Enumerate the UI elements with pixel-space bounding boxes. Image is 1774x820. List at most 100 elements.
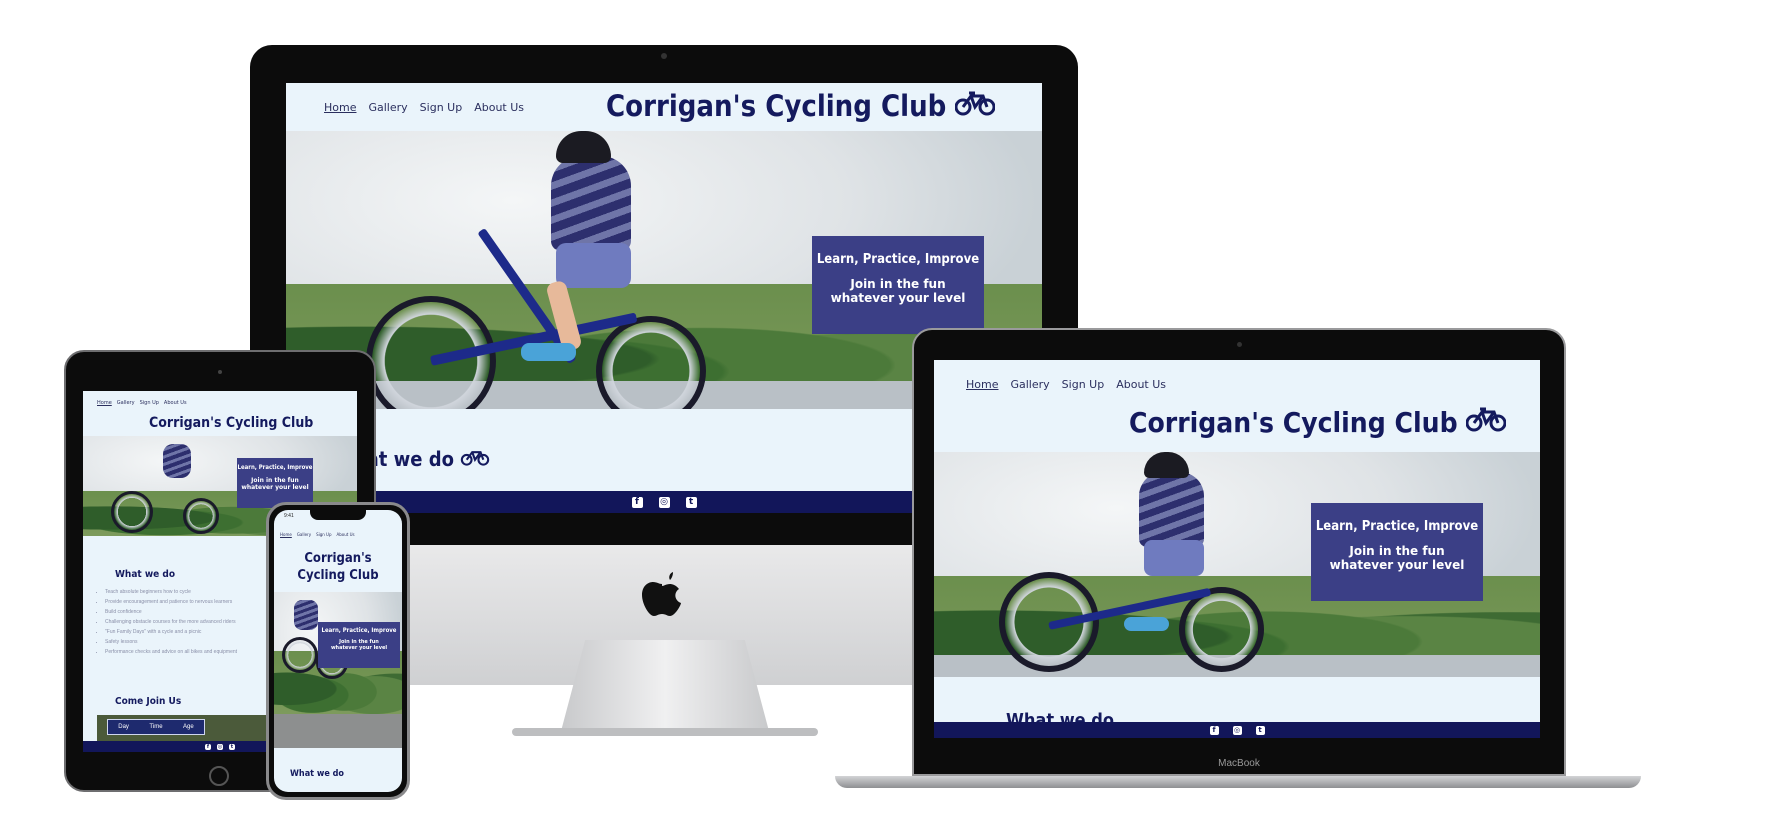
site-title-line-1: Corrigan's: [304, 551, 372, 566]
hero-image: Learn, Practice, Improve Join in the fun…: [934, 452, 1540, 677]
ipad-camera: [218, 370, 222, 374]
site-title[interactable]: Corrigan's Cycling Club: [606, 89, 996, 123]
site-title-line-2: Cycling Club: [297, 568, 379, 583]
rider-shorts: [556, 243, 631, 288]
rider-torso: [551, 156, 631, 251]
nav-sign-up[interactable]: Sign Up: [140, 400, 159, 406]
macbook-screen: Home Gallery Sign Up About Us Corrigan's…: [934, 360, 1540, 738]
list-item: Provide encouragement and patience to ne…: [105, 597, 237, 607]
imac-stand-foot: [512, 728, 818, 736]
nav-home[interactable]: Home: [324, 101, 356, 114]
cta-line-2: whatever your level: [830, 291, 966, 305]
imac-nav: Home Gallery Sign Up About Us: [324, 101, 524, 114]
cta-title: Learn, Practice, Improve: [321, 627, 397, 634]
cta-line-2: whatever your level: [330, 645, 388, 651]
instagram-icon[interactable]: ◎: [658, 496, 670, 508]
iphone-screen: 9:41 Home Gallery Sign Up About Us Corri…: [274, 510, 402, 792]
cta-line-2: whatever your level: [1329, 558, 1465, 572]
nav-gallery[interactable]: Gallery: [117, 400, 135, 406]
nav-about-us[interactable]: About Us: [1116, 378, 1166, 391]
nav-about-us[interactable]: About Us: [164, 400, 187, 406]
list-item: Build confidence: [105, 607, 237, 617]
rider-torso: [1139, 472, 1204, 547]
nav-home[interactable]: Home: [97, 400, 112, 406]
list-item: Teach absolute beginners how to cycle: [105, 587, 237, 597]
hero-cta: Learn, Practice, Improve Join in the fun…: [318, 622, 400, 668]
facebook-icon[interactable]: f: [631, 496, 643, 508]
imac-camera: [661, 53, 667, 59]
section-what-we-do: What we do: [115, 569, 175, 580]
rider-torso: [163, 444, 191, 478]
status-time: 9:41: [284, 513, 294, 519]
bike-rear-wheel: [111, 491, 153, 533]
facebook-icon[interactable]: f: [205, 743, 211, 750]
rider-shoe: [521, 343, 576, 361]
imac-stand: [560, 640, 770, 735]
twitter-icon[interactable]: t: [229, 743, 235, 750]
ipad-nav: Home Gallery Sign Up About Us: [97, 400, 187, 406]
nav-sign-up[interactable]: Sign Up: [1062, 378, 1105, 391]
nav-about-us[interactable]: About Us: [337, 532, 355, 537]
apple-logo-icon: [640, 570, 684, 618]
iphone-notch: [310, 510, 366, 520]
rider-helmet: [1144, 452, 1189, 478]
site-title[interactable]: Corrigan's Cycling Club: [274, 550, 402, 584]
twitter-icon[interactable]: t: [1255, 725, 1265, 735]
hero-cta: Learn, Practice, Improve Join in the fun…: [237, 458, 313, 508]
nav-sign-up[interactable]: Sign Up: [420, 101, 463, 114]
hero-image: Learn, Practice, Improve Join in the fun…: [274, 592, 402, 748]
section-what-we-do: What we do: [290, 769, 344, 779]
bike-front-wheel: [1179, 587, 1264, 672]
table-header-age: Age: [183, 724, 194, 730]
site-footer: f ◎ t: [934, 722, 1540, 738]
bicycle-icon: [1465, 406, 1507, 439]
facebook-icon[interactable]: f: [1209, 725, 1219, 735]
nav-gallery[interactable]: Gallery: [368, 101, 407, 114]
bike-front-wheel: [183, 498, 219, 534]
list-item: Challenging obstacle courses for the mor…: [105, 617, 237, 627]
cta-title: Learn, Practice, Improve: [816, 252, 980, 267]
section-come-join-us-text: Come Join Us: [115, 696, 182, 707]
cta-line-1: Join in the fun: [1349, 544, 1445, 558]
list-item: Performance checks and advice on all bik…: [105, 647, 237, 657]
site-title-text: Corrigan's Cycling Club: [149, 415, 314, 431]
ipad-home-button[interactable]: [209, 766, 229, 786]
section-what-we-do-text: What we do: [115, 569, 175, 580]
iphone-nav: Home Gallery Sign Up About Us: [280, 532, 355, 537]
site-title-text: Corrigan's Cycling Club: [1129, 406, 1458, 439]
bicycle-icon: [460, 447, 490, 471]
cta-line-1: Join in the fun: [850, 277, 946, 291]
services-list: Teach absolute beginners how to cycle Pr…: [91, 587, 237, 657]
macbook-base: [835, 776, 1641, 788]
rider-helmet: [556, 131, 611, 163]
rider-shoe: [1124, 617, 1169, 631]
cta-title: Learn, Practice, Improve: [237, 464, 313, 471]
bike-rear-wheel: [282, 637, 318, 673]
macbook-camera: [1237, 342, 1242, 347]
instagram-icon[interactable]: ◎: [217, 743, 223, 750]
table-header-day: Day: [118, 724, 129, 730]
nav-about-us[interactable]: About Us: [474, 101, 524, 114]
nav-home[interactable]: Home: [966, 378, 998, 391]
section-come-join-us: Come Join Us: [115, 696, 181, 707]
table-header: Day Time Age: [107, 719, 205, 735]
section-what-we-do-text: What we do: [290, 769, 344, 779]
macbook-nav: Home Gallery Sign Up About Us: [966, 378, 1166, 391]
hero-cta: Learn, Practice, Improve Join in the fun…: [812, 236, 984, 334]
macbook-label: MacBook: [1218, 758, 1260, 769]
nav-home[interactable]: Home: [280, 532, 292, 537]
rider-shorts: [1144, 540, 1204, 576]
hero-cta: Learn, Practice, Improve Join in the fun…: [1311, 503, 1483, 601]
instagram-icon[interactable]: ◎: [1232, 725, 1242, 735]
site-title[interactable]: Corrigan's Cycling Club: [1129, 406, 1507, 439]
nav-gallery[interactable]: Gallery: [297, 532, 311, 537]
hero-ground: [274, 713, 402, 748]
nav-sign-up[interactable]: Sign Up: [316, 532, 331, 537]
cta-line-1: Join in the fun: [251, 477, 299, 484]
list-item: "Fun Family Days" with a cycle and a pic…: [105, 627, 237, 637]
twitter-icon[interactable]: t: [685, 496, 697, 508]
table-header-time: Time: [149, 724, 163, 730]
cta-title: Learn, Practice, Improve: [1315, 519, 1479, 534]
site-title[interactable]: Corrigan's Cycling Club: [149, 415, 313, 431]
nav-gallery[interactable]: Gallery: [1010, 378, 1049, 391]
